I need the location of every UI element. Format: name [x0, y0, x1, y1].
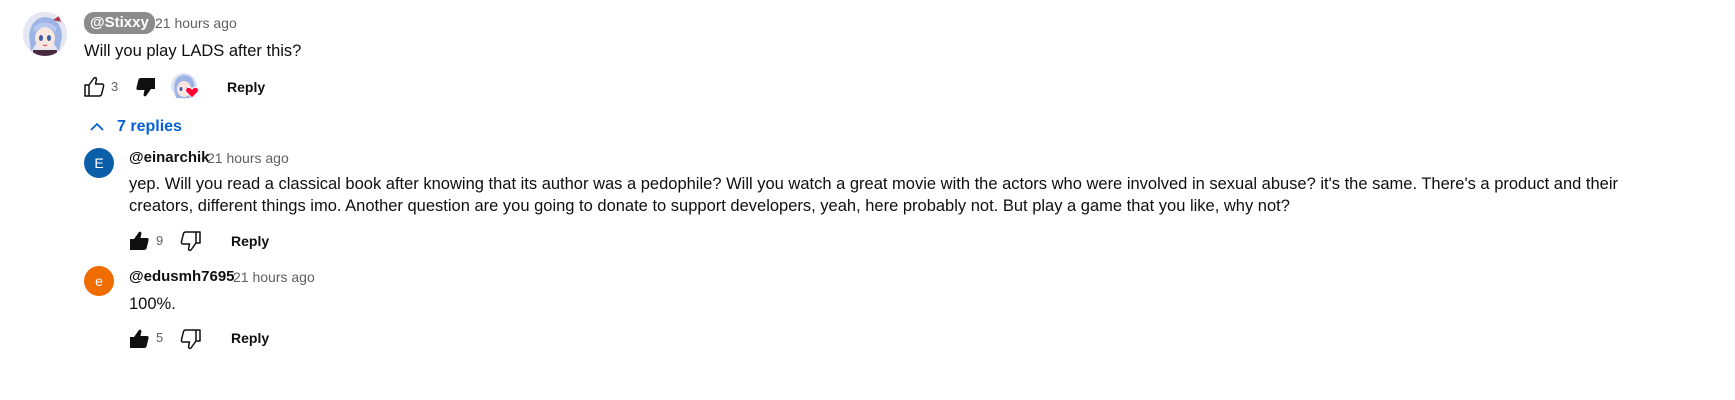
- comment-author-handle[interactable]: @edusmh7695: [129, 268, 235, 285]
- dislike-button[interactable]: [179, 327, 203, 351]
- like-count: 5: [156, 330, 164, 345]
- thumbs-up-filled-icon: [130, 329, 149, 348]
- like-count: 3: [111, 79, 119, 94]
- comment-text-line-2: creators, different things imo. Another …: [129, 197, 1290, 215]
- replies-toggle-button[interactable]: 7 replies: [88, 118, 182, 136]
- thumbs-up-filled-icon: [130, 231, 149, 250]
- heart-icon: [185, 86, 199, 99]
- like-button[interactable]: [127, 327, 151, 351]
- creator-heart-badge: [170, 72, 200, 102]
- thumbs-down-filled-icon: [136, 78, 155, 97]
- comment-text-line-1: yep. Will you read a classical book afte…: [129, 175, 1619, 193]
- comment-text: 100%.: [129, 295, 176, 313]
- comment-timestamp[interactable]: 21 hours ago: [207, 150, 289, 166]
- reply-button[interactable]: Reply: [231, 330, 269, 346]
- thumbs-down-outline-icon: [180, 231, 201, 252]
- reply-button[interactable]: Reply: [227, 79, 265, 95]
- avatar[interactable]: e: [84, 266, 114, 296]
- avatar[interactable]: [23, 12, 67, 56]
- comment-author-handle[interactable]: @einarchik: [129, 149, 210, 166]
- thumbs-up-outline-icon: [84, 76, 105, 97]
- like-button[interactable]: [127, 229, 151, 253]
- reply-button[interactable]: Reply: [231, 233, 269, 249]
- avatar[interactable]: E: [84, 148, 114, 178]
- replies-count-label: 7 replies: [117, 118, 182, 135]
- dislike-button[interactable]: [179, 229, 203, 253]
- like-count: 9: [156, 233, 164, 248]
- comment-author-handle[interactable]: @Stixxy: [84, 12, 155, 34]
- chevron-up-icon: [90, 122, 104, 131]
- dislike-button[interactable]: [134, 75, 158, 99]
- like-button[interactable]: [82, 75, 106, 99]
- thumbs-down-outline-icon: [180, 329, 201, 350]
- comment-timestamp[interactable]: 21 hours ago: [233, 269, 315, 285]
- comment-timestamp[interactable]: 21 hours ago: [155, 15, 237, 31]
- anime-avatar-icon: [23, 12, 67, 56]
- comment-text: Will you play LADS after this?: [84, 42, 302, 60]
